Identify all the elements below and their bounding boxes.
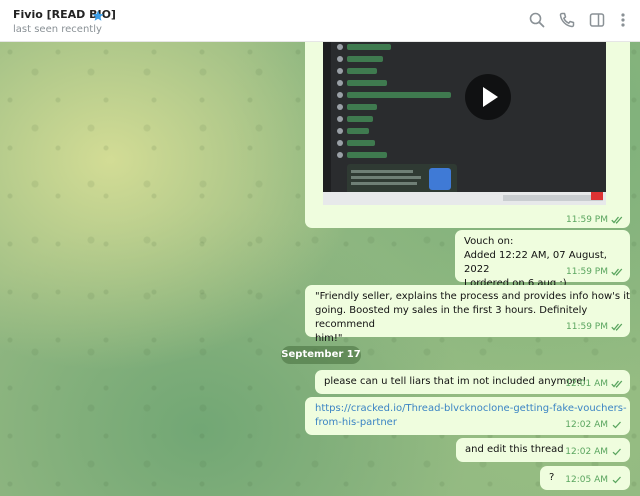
check-icon [611, 421, 624, 429]
message-time: 11:59 PM [566, 267, 608, 277]
message-bubble[interactable]: please can u tell liars that im not incl… [315, 370, 630, 394]
double-check-icon [611, 268, 624, 276]
double-check-icon [611, 216, 624, 224]
phone-icon[interactable] [558, 11, 576, 29]
video-message[interactable]: 11:59 PM [305, 38, 630, 228]
message-meta: 12:02 AM [565, 445, 624, 459]
message-meta: 11:59 PM [566, 215, 624, 225]
message-meta: 11:59 PM [566, 265, 624, 279]
play-icon[interactable] [465, 74, 511, 120]
message-text-line: Vouch on: [464, 236, 514, 247]
message-meta: 11:59 PM [566, 320, 624, 334]
message-bubble[interactable]: https://cracked.io/Thread-blvcknoclone-g… [305, 397, 630, 435]
chat-status: last seen recently [13, 24, 102, 35]
search-icon[interactable] [528, 11, 546, 29]
check-icon [611, 476, 624, 484]
message-bubble[interactable]: ? 12:05 AM [540, 466, 630, 490]
star-badge-icon [92, 7, 104, 21]
message-time: 11:59 PM [566, 215, 608, 225]
message-text-line: him!" [315, 333, 343, 344]
message-time: 12:02 AM [565, 420, 608, 430]
message-meta: 12:02 AM [565, 418, 624, 432]
message-meta: 12:05 AM [565, 473, 624, 487]
double-check-icon [611, 380, 624, 388]
sidebar-toggle-icon[interactable] [588, 11, 606, 29]
message-link[interactable]: https://cracked.io/Thread-blvcknoclone-g… [315, 402, 630, 416]
video-thumbnail[interactable] [323, 38, 606, 205]
check-icon [611, 448, 624, 456]
message-time: 11:59 PM [566, 322, 608, 332]
message-time: 12:01 AM [565, 379, 608, 389]
message-bubble[interactable]: and edit this thread 12:02 AM [456, 438, 630, 462]
date-separator: September 17 [281, 346, 361, 364]
double-check-icon [611, 323, 624, 331]
message-time: 12:02 AM [565, 447, 608, 457]
message-time: 12:05 AM [565, 475, 608, 485]
more-vertical-icon[interactable] [614, 11, 632, 29]
message-bubble[interactable]: Vouch on: Added 12:22 AM, 07 August, 202… [455, 230, 630, 289]
message-bubble[interactable]: "Friendly seller, explains the process a… [305, 285, 630, 344]
chat-header: Fivio [READ BIO] last seen recently [0, 0, 640, 42]
message-text-line: "Friendly seller, explains the process a… [315, 291, 630, 302]
message-meta: 12:01 AM [565, 377, 624, 391]
